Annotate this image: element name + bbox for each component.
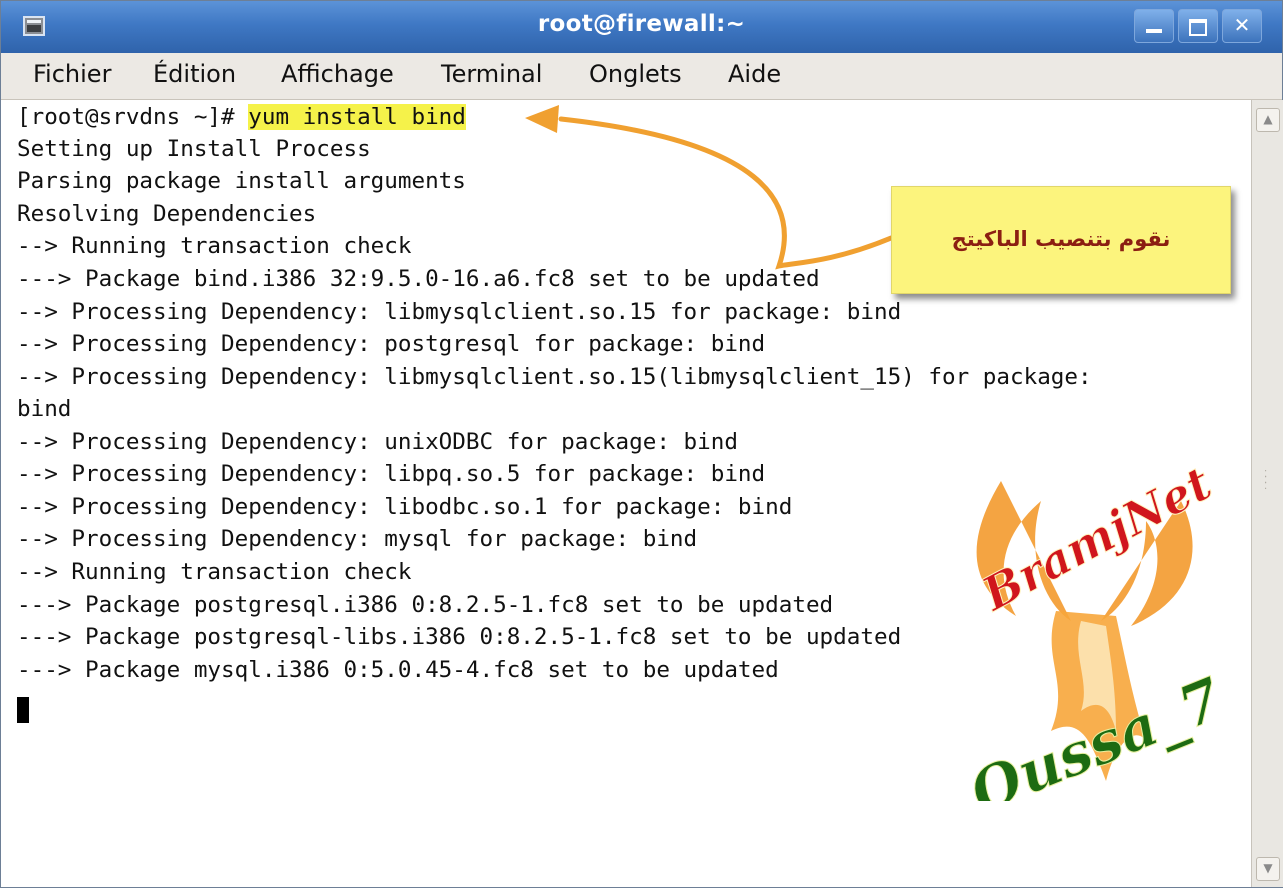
terminal-line: ---> Package mysql.i386 0:5.0.45-4.fc8 s… (17, 657, 779, 683)
terminal-line: ---> Package bind.i386 32:9.5.0-16.a6.fc… (17, 266, 820, 292)
terminal-line: bind (17, 396, 72, 422)
terminal-line: ---> Package postgresql-libs.i386 0:8.2.… (17, 624, 902, 650)
terminal-line: Parsing package install arguments (17, 168, 466, 194)
menu-onglets[interactable]: Onglets (589, 60, 682, 88)
maximize-icon (1189, 19, 1207, 36)
shell-prompt: [root@srvdns ~]# (17, 104, 249, 130)
minimize-icon (1146, 29, 1162, 33)
menu-aide[interactable]: Aide (728, 60, 781, 88)
terminal-line: --> Processing Dependency: mysql for pac… (17, 526, 698, 552)
terminal-line: --> Processing Dependency: libmysqlclien… (17, 364, 1092, 390)
vertical-scrollbar[interactable]: ▲ ⁚ ⁚ ⁚ ▼ (1251, 100, 1283, 887)
command-line: [root@srvdns ~]# yum install bind (17, 102, 466, 132)
terminal-line: --> Running transaction check (17, 559, 412, 585)
watermark-logo: BramjNet Oussa_7 (960, 455, 1232, 801)
menu-bar: Fichier Édition Affichage Terminal Ongle… (1, 53, 1282, 100)
terminal-line: --> Processing Dependency: libodbc.so.1 … (17, 494, 793, 520)
window-title: root@firewall:~ (537, 11, 746, 37)
terminal-line: --> Running transaction check (17, 233, 412, 259)
annotation-note-text: نقوم بتنصيب الباكيتج (951, 227, 1171, 251)
terminal-window: root@firewall:~ ✕ Fichier Édition Affich… (0, 0, 1283, 888)
scroll-grip-icon: ⁚ ⁚ ⁚ (1264, 469, 1268, 492)
title-bar[interactable]: root@firewall:~ ✕ (1, 1, 1282, 54)
menu-affichage[interactable]: Affichage (281, 60, 394, 88)
scroll-up-button[interactable]: ▲ (1256, 108, 1280, 132)
close-button[interactable]: ✕ (1222, 9, 1262, 43)
maximize-button[interactable] (1178, 9, 1218, 43)
menu-terminal[interactable]: Terminal (441, 60, 542, 88)
terminal-line: --> Processing Dependency: libmysqlclien… (17, 299, 902, 325)
close-icon: ✕ (1233, 13, 1251, 37)
terminal-line: --> Processing Dependency: libpq.so.5 fo… (17, 461, 766, 487)
terminal-line: Setting up Install Process (17, 136, 371, 162)
terminal-line: --> Processing Dependency: unixODBC for … (17, 429, 738, 455)
text-cursor (17, 697, 29, 723)
scroll-down-button[interactable]: ▼ (1256, 857, 1280, 881)
terminal-line: --> Processing Dependency: postgresql fo… (17, 331, 766, 357)
terminal-line: ---> Package postgresql.i386 0:8.2.5-1.f… (17, 592, 834, 618)
highlighted-command: yum install bind (248, 104, 466, 130)
terminal-line: Resolving Dependencies (17, 201, 317, 227)
annotation-note: نقوم بتنصيب الباكيتج (891, 186, 1231, 294)
minimize-button[interactable] (1134, 9, 1174, 43)
menu-fichier[interactable]: Fichier (33, 60, 111, 88)
menu-edition[interactable]: Édition (153, 60, 236, 88)
